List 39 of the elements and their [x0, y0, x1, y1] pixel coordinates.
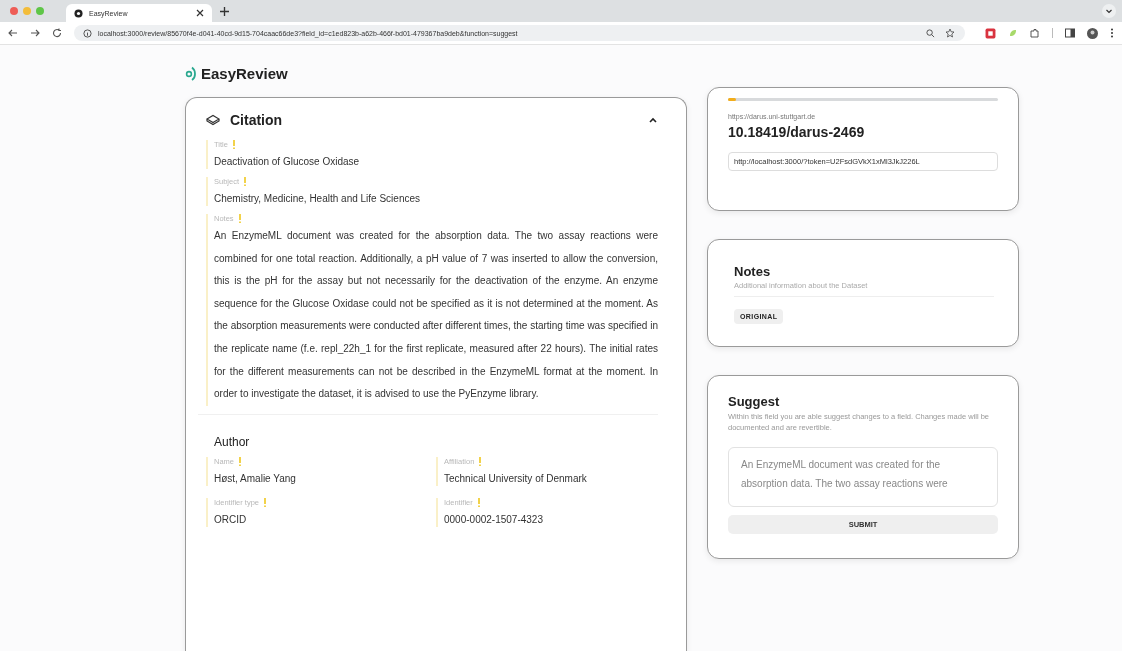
required-mark-icon	[238, 214, 241, 223]
required-mark-icon	[232, 140, 235, 149]
menu-dots-icon[interactable]	[1110, 28, 1114, 38]
required-mark-icon	[477, 497, 480, 507]
puzzle-icon[interactable]	[1030, 28, 1040, 38]
site-info-icon[interactable]	[83, 28, 92, 38]
section-title: Citation	[230, 112, 283, 128]
reload-icon[interactable]	[52, 28, 62, 38]
brand-name: EasyReview	[201, 64, 288, 82]
subsection-heading: Author	[213, 434, 251, 449]
cube-icon	[206, 114, 220, 126]
extension-icon[interactable]	[985, 27, 996, 39]
field-value: An EnzymeML document was created for the absorption data. The two assay reactions were combined for one total reaction. Additionally, a pH value of 7 was inserted to allow the conversion, this is the pH for the assay but not necessarily for the deactivation of the enzyme. An enzyme sequence for the Glucose Oxidase could not be specified as it is not determined at the moment. As the absorption measurements were conducted after different times, the starting time was specified in the replicate name (f.e. repl_22h_1 for the first replicate, measured after 22 hours). The initial rates for the different measurements can not be described in the EnzymeML format at the moment. In order to investigate the dataset, it is advised to use the PyEnzyme library.	[214, 229, 658, 402]
zoom-icon[interactable]	[926, 28, 935, 38]
required-mark-icon	[479, 456, 482, 466]
field-value: Deactivation of Glucose Oxidase	[214, 155, 361, 169]
forward-icon[interactable]	[30, 28, 40, 38]
new-tab-icon[interactable]	[220, 6, 229, 16]
bookmark-star-icon[interactable]	[945, 28, 955, 38]
field-value: Høst, Amalie Yang	[214, 471, 297, 486]
collapse-chevron-icon[interactable]	[648, 116, 658, 124]
profile-avatar-icon[interactable]	[1087, 27, 1098, 39]
required-mark-icon	[244, 177, 247, 186]
close-window-button[interactable]	[10, 7, 18, 15]
suggestion-input-field[interactable]: An EnzymeML document was created for the absorption data. The two assay reactions were	[728, 447, 998, 507]
logo-icon	[185, 65, 197, 81]
doi-heading: 10.18419/darus-2469	[728, 124, 866, 140]
card-title: Suggest	[728, 394, 781, 409]
favicon-icon	[74, 8, 83, 18]
tab-list-icon[interactable]	[1102, 4, 1116, 18]
sidebar-icon[interactable]	[1065, 28, 1075, 38]
back-icon[interactable]	[8, 28, 18, 38]
required-mark-icon	[264, 497, 267, 507]
field-value: Technical University of Denmark	[444, 471, 588, 486]
field-value: 0000-0002-1507-4323	[444, 512, 544, 527]
card-title: Notes	[734, 264, 772, 279]
field-value: ORCID	[214, 512, 248, 527]
field-value: Chemistry, Medicine, Health and Life Sciences	[214, 192, 422, 206]
close-tab-icon[interactable]	[196, 9, 204, 17]
